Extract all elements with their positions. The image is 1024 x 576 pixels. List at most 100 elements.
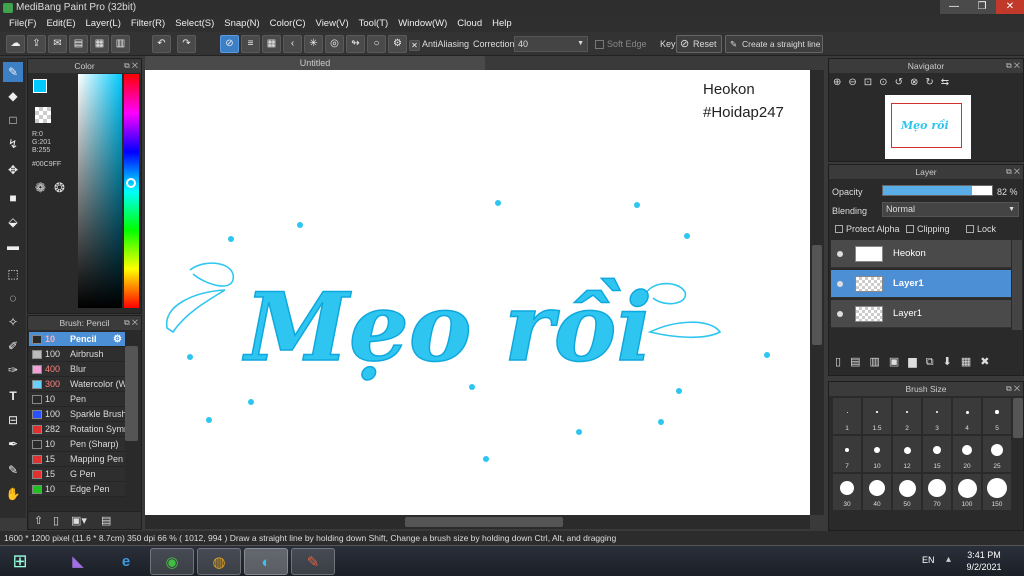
brush-size-cell[interactable]: 15 [923,436,951,472]
chat-icon[interactable]: ▤ [69,35,88,53]
brush-item[interactable]: 300 Watercolor (W [29,377,126,392]
brush-list-scrollbar[interactable] [125,346,138,441]
brush-size-cell[interactable]: 10 [863,436,891,472]
parallel-snap-icon[interactable]: ≡ [241,35,260,53]
brush-item[interactable]: 10 Pen [29,392,125,407]
menu-window[interactable]: Window(W) [393,16,452,32]
brush-tool-icon[interactable]: ✎ [3,62,23,82]
clock[interactable]: 3:41 PM 9/2/2021 [962,549,1006,573]
menu-tool[interactable]: Tool(T) [354,16,394,32]
hand-tool-icon[interactable]: ✋ [3,484,23,504]
comment-icon[interactable]: ✉ [48,35,67,53]
brush-size-cell[interactable]: 3 [923,398,951,434]
menu-layer[interactable]: Layer(L) [81,16,126,32]
antialiasing-checkbox[interactable]: ✕ [409,40,420,51]
internet-explorer-icon[interactable]: e [104,548,148,575]
lasso-brush-icon[interactable]: ↯ [3,134,23,154]
snap-off-icon[interactable]: ⊘ [220,35,239,53]
duplicate-layer-icon[interactable]: ⧉ [926,356,943,368]
color-settings-icon[interactable]: ❂ [54,180,65,196]
panel-buttons-icon[interactable]: ⧉ ✕ [1006,165,1020,179]
rotate-left-icon[interactable]: ↺ [895,77,910,88]
new-halftone-layer-icon[interactable]: ▤ [850,356,869,368]
layer-row[interactable]: Layer1 ⚙ [831,270,1023,298]
lock-checkbox[interactable] [966,225,974,233]
brush-size-cell[interactable]: 70 [923,474,951,510]
document-icon[interactable]: ▦ [90,35,109,53]
delete-layer-icon[interactable]: ✖ [980,356,998,368]
dot-tool-icon[interactable]: □ [3,110,23,130]
panel-buttons-icon[interactable]: ⧉ ✕ [124,59,138,73]
hue-handle[interactable] [126,178,136,188]
close-button[interactable]: ✕ [996,0,1024,14]
visual-studio-icon[interactable]: ◣ [56,548,100,575]
layer-row[interactable]: Heokon [831,240,1011,268]
chrome-icon[interactable]: ◍ [197,548,241,575]
flip-icon[interactable]: ⇆ [941,77,956,88]
undo-button[interactable]: ↶ [152,35,171,53]
pen-tool-icon[interactable]: ✎ [3,460,23,480]
divide-tool-icon[interactable]: ⊟ [3,410,23,430]
tab-untitled[interactable]: Untitled [145,56,485,70]
foreground-color-swatch[interactable] [33,79,47,93]
vanishing-snap-icon[interactable]: ‹ [283,35,302,53]
lasso-select-icon[interactable]: ◌ [3,288,23,308]
curve-snap-icon[interactable]: ↬ [346,35,365,53]
opacity-slider[interactable] [882,185,993,196]
pages-icon[interactable]: ▥ [111,35,130,53]
radial-snap-icon[interactable]: ✳ [304,35,323,53]
brush-settings-gear-icon[interactable]: ⚙ [113,332,122,347]
brush-size-cell[interactable]: 40 [863,474,891,510]
brush-size-cell[interactable]: 4 [953,398,981,434]
hue-slider[interactable] [124,74,139,308]
menu-cloud[interactable]: Cloud [452,16,487,32]
protect-alpha-checkbox[interactable] [835,225,843,233]
magic-wand-icon[interactable]: ✧ [3,312,23,332]
medibang-paint-icon[interactable]: ◐ [244,548,288,575]
visibility-eye-icon[interactable] [837,281,843,287]
select-pen-icon[interactable]: ✐ [3,336,23,356]
brush-menu-icon[interactable]: ▣▾ [71,514,87,527]
layer-scrollbar[interactable] [1012,240,1022,330]
circle-snap-icon[interactable]: ◎ [325,35,344,53]
visibility-eye-icon[interactable] [837,311,843,317]
menu-select[interactable]: Select(S) [170,16,219,32]
brush-size-cell[interactable]: 5 [983,398,1011,434]
brush-item[interactable]: 10 Pen (Sharp) [29,437,125,452]
rotate-reset-icon[interactable]: ⊗ [910,77,925,88]
maximize-button[interactable]: ❐ [968,0,996,14]
transparent-swatch[interactable] [35,107,51,123]
menu-snap[interactable]: Snap(N) [219,16,264,32]
merge-layer-icon[interactable]: ⬇ [943,356,961,368]
brush-size-cell[interactable]: 100 [953,474,981,510]
brush-size-scrollbar[interactable] [1013,398,1023,438]
brush-item[interactable]: 10 Edge Pen [29,482,125,497]
drawing-canvas[interactable]: Heokon #Hoidap247 Mẹo rồi [145,70,810,515]
brush-item[interactable]: 400 Blur [29,362,125,377]
brush-item[interactable]: 282 Rotation Symm [29,422,126,437]
brush-size-cell[interactable]: 1.5 [863,398,891,434]
layer-row[interactable]: Layer1 [831,300,1011,328]
paint-app-icon[interactable]: ✎ [291,548,335,575]
brush-size-cell[interactable]: 20 [953,436,981,472]
move-tool-icon[interactable]: ✥ [3,160,23,180]
cloud-icon[interactable]: ☁ [6,35,25,53]
menu-filter[interactable]: Filter(R) [126,16,170,32]
start-button-icon[interactable]: ⊞ [2,548,38,575]
minimize-button[interactable]: — [940,0,968,14]
clipping-checkbox[interactable] [906,225,914,233]
brush-item[interactable]: 15 Mapping Pen [29,452,125,467]
eyedropper-icon[interactable]: ✒ [3,434,23,454]
actual-size-icon[interactable]: ⊙ [879,77,894,88]
vertical-scrollbar[interactable] [810,70,824,515]
brush-size-cell[interactable]: 7 [833,436,861,472]
navigator-preview[interactable]: Mẹo rồi [885,95,971,159]
menu-file[interactable]: File(F) [4,16,41,32]
fit-icon[interactable]: ⊡ [864,77,879,88]
panel-buttons-icon[interactable]: ⧉ ✕ [124,316,138,330]
snap-settings-icon[interactable]: ⚙ [388,35,407,53]
correction-select[interactable]: 40 ▼ [514,36,588,52]
text-tool-icon[interactable]: T [3,386,23,406]
vertical-scroll-thumb[interactable] [812,245,822,345]
ellipse-snap-icon[interactable]: ○ [367,35,386,53]
